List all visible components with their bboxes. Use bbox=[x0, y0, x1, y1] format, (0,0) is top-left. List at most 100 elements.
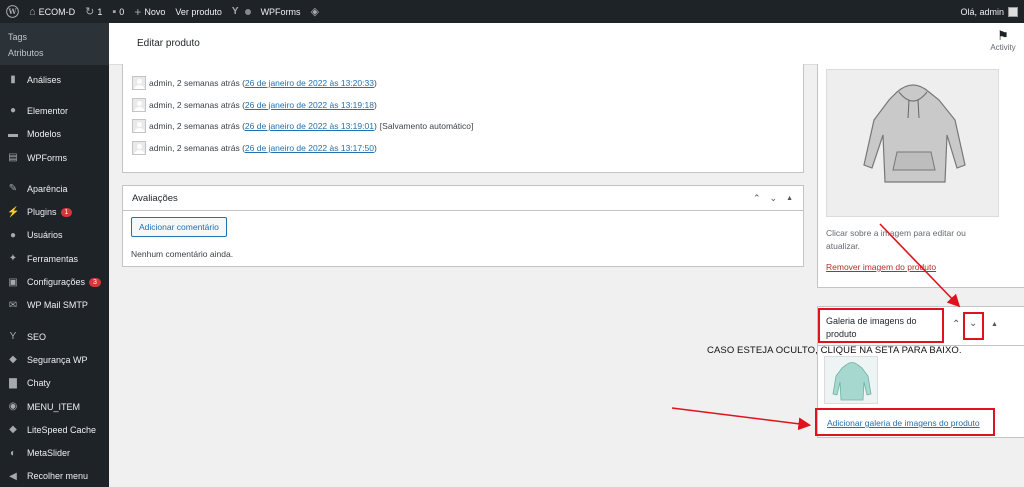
updates-icon: ↻ bbox=[85, 6, 95, 18]
updates-link[interactable]: ↻ 1 bbox=[80, 0, 107, 23]
add-comment-button[interactable]: Adicionar comentário bbox=[131, 217, 227, 237]
sidebar-item-label: LiteSpeed Cache bbox=[27, 424, 97, 435]
revision-author: admin, 2 semanas atrás bbox=[149, 77, 240, 88]
admin-bar: W ⌂ ECOM-D ↻ 1 ▪ 0 + Novo Ver produto Y … bbox=[0, 0, 1024, 23]
eye-icon: ◉ bbox=[8, 401, 18, 412]
submenu-item-tags[interactable]: Tags bbox=[0, 29, 109, 45]
reviews-box: Avaliações ⌃ ⌄ ▲ Adicionar comentário Ne… bbox=[122, 185, 804, 267]
product-image[interactable] bbox=[826, 69, 999, 217]
chat-icon: ▇ bbox=[9, 377, 17, 389]
wpforms-menu[interactable]: WPForms bbox=[256, 0, 306, 23]
sidebar-item-label: Chaty bbox=[27, 378, 51, 389]
sidebar-item-label: MENU_ITEM bbox=[27, 401, 81, 412]
revision-row: admin, 2 semanas atrás (26 de janeiro de… bbox=[123, 94, 803, 116]
callout-add-gallery bbox=[815, 408, 995, 436]
sidebar-item-label: Usuários bbox=[27, 230, 63, 241]
gallery-thumbnail[interactable] bbox=[824, 356, 878, 404]
updates-count: 1 bbox=[97, 6, 103, 17]
sidebar-item-label: Plugins bbox=[27, 207, 57, 218]
toggle-arrow-icon[interactable]: ▲ bbox=[786, 195, 793, 202]
revision-row: admin, 2 semanas atrás (26 de janeiro de… bbox=[123, 115, 803, 137]
sidebar-item-usu-rios[interactable]: ● Usuários bbox=[0, 224, 109, 247]
sidebar-item-label: Segurança WP bbox=[27, 354, 88, 365]
annotation-note: CASO ESTEJA OCULTO, CLIQUE NA SETA PARA … bbox=[707, 345, 962, 356]
count-badge: 3 bbox=[89, 277, 101, 287]
remove-image-link[interactable]: Remover imagem do produto bbox=[826, 262, 936, 272]
view-product-link[interactable]: Ver produto bbox=[170, 0, 227, 23]
sidebar-item-label: SEO bbox=[27, 331, 47, 342]
wordpress-logo-icon[interactable]: W bbox=[0, 0, 24, 23]
product-image-box: Clicar sobre a imagem para editar ou atu… bbox=[817, 64, 1024, 288]
my-account[interactable]: Olá, admin bbox=[960, 6, 1024, 17]
admin-sidebar: Tags Atributos ▮ Análises ● Elementor ▬ Model… bbox=[0, 23, 109, 487]
sidebar-item-chaty[interactable]: ▇ Chaty bbox=[0, 372, 109, 395]
sidebar-item-recolher-menu[interactable]: ◀ Recolher menu bbox=[0, 465, 109, 487]
revision-date-link[interactable]: 26 de janeiro de 2022 às 13:20:33 bbox=[245, 78, 374, 88]
activity-button[interactable]: ⚑ Activity bbox=[986, 29, 1020, 53]
products-submenu: Tags Atributos bbox=[0, 23, 109, 65]
yoast-icon: Y bbox=[9, 331, 17, 343]
sidebar-item-configura-es[interactable]: ▣ Configurações 3 bbox=[0, 270, 109, 293]
revisions-list: admin, 2 semanas atrás (26 de janeiro de… bbox=[123, 64, 803, 159]
reviews-title: Avaliações bbox=[132, 192, 178, 204]
sidebar-item-ferramentas[interactable]: ✦ Ferramentas bbox=[0, 247, 109, 270]
site-name-link[interactable]: ⌂ ECOM-D bbox=[24, 0, 80, 23]
submenu-item-attributes[interactable]: Atributos bbox=[0, 45, 109, 61]
new-content-link[interactable]: + Novo bbox=[129, 0, 170, 23]
sidebar-item-an-lises[interactable]: ▮ Análises bbox=[0, 68, 109, 91]
sidebar-item-wpforms[interactable]: ▤ WPForms bbox=[0, 146, 109, 169]
revision-date-link[interactable]: 26 de janeiro de 2022 às 13:17:50 bbox=[245, 143, 374, 153]
sidebar-item-label: Configurações bbox=[27, 277, 86, 288]
yoast-menu[interactable]: Y bbox=[227, 0, 256, 23]
sidebar-menu: ▮ Análises ● Elementor ▬ Modelos ▤ WPForms ✎ Apar… bbox=[0, 65, 109, 487]
home-icon: ⌂ bbox=[29, 5, 36, 18]
sidebar-item-litespeed-cache[interactable]: ◆ LiteSpeed Cache bbox=[0, 418, 109, 441]
diamond-icon[interactable]: ◈ bbox=[306, 0, 324, 23]
menu-separator bbox=[0, 317, 109, 325]
wpforms-label: WPForms bbox=[260, 6, 301, 17]
users-icon: ● bbox=[9, 229, 17, 241]
revision-note: [Salvamento automático] bbox=[379, 121, 474, 132]
bar-chart-icon: ▮ bbox=[10, 74, 16, 86]
sidebar-item-label: WP Mail SMTP bbox=[27, 300, 88, 311]
wrench-icon: ✦ bbox=[8, 253, 18, 265]
move-up-icon[interactable]: ⌃ bbox=[753, 193, 761, 204]
avatar bbox=[132, 97, 146, 112]
avatar bbox=[132, 140, 146, 155]
wpforms-icon: ▤ bbox=[8, 152, 18, 164]
move-up-icon[interactable]: ⌃ bbox=[952, 319, 960, 330]
sidebar-item-label: Análises bbox=[27, 74, 62, 85]
move-down-icon[interactable]: ⌄ bbox=[770, 193, 778, 204]
no-comments-text: Nenhum comentário ainda. bbox=[131, 249, 234, 259]
sidebar-item-apar-ncia[interactable]: ✎ Aparência bbox=[0, 177, 109, 200]
brush-icon: ✎ bbox=[8, 183, 18, 195]
revision-author: admin, 2 semanas atrás bbox=[149, 121, 240, 132]
hoodie-image bbox=[863, 84, 966, 183]
sidebar-item-elementor[interactable]: ● Elementor bbox=[0, 99, 109, 122]
comments-link[interactable]: ▪ 0 bbox=[107, 0, 129, 23]
avatar bbox=[132, 119, 146, 134]
toggle-arrow-icon[interactable]: ▲ bbox=[991, 321, 998, 328]
shield-icon: ◆ bbox=[9, 354, 17, 366]
sidebar-item-menu-item[interactable]: ◉ MENU_ITEM bbox=[0, 395, 109, 418]
revision-date-link[interactable]: 26 de janeiro de 2022 às 13:19:18 bbox=[245, 100, 374, 110]
sidebar-item-plugins[interactable]: ⚡ Plugins 1 bbox=[0, 200, 109, 223]
reviews-header[interactable]: Avaliações ⌃ ⌄ ▲ bbox=[123, 186, 803, 211]
sidebar-item-label: Aparência bbox=[27, 183, 68, 194]
arrow-to-add-gallery bbox=[671, 407, 812, 431]
sidebar-item-modelos[interactable]: ▬ Modelos bbox=[0, 123, 109, 146]
sidebar-item-seguran-a-wp[interactable]: ◆ Segurança WP bbox=[0, 348, 109, 371]
sidebar-item-label: Recolher menu bbox=[27, 471, 89, 482]
comment-icon: ▪ bbox=[112, 5, 117, 18]
revision-row: admin, 2 semanas atrás (26 de janeiro de… bbox=[123, 137, 803, 159]
revision-date-link[interactable]: 26 de janeiro de 2022 às 13:19:01 bbox=[245, 121, 374, 131]
collapse-icon: ◀ bbox=[9, 470, 17, 482]
diamond-glyph: ◈ bbox=[310, 6, 320, 18]
sidebar-item-wp-mail-smtp[interactable]: ✉ WP Mail SMTP bbox=[0, 294, 109, 317]
menu-separator bbox=[0, 91, 109, 99]
litespeed-icon: ◆ bbox=[9, 424, 17, 436]
menu-separator bbox=[0, 169, 109, 177]
revision-author: admin, 2 semanas atrás bbox=[149, 99, 240, 110]
sidebar-item-seo[interactable]: Y SEO bbox=[0, 325, 109, 348]
sidebar-item-metaslider[interactable]: ◐ MetaSlider bbox=[0, 441, 109, 464]
